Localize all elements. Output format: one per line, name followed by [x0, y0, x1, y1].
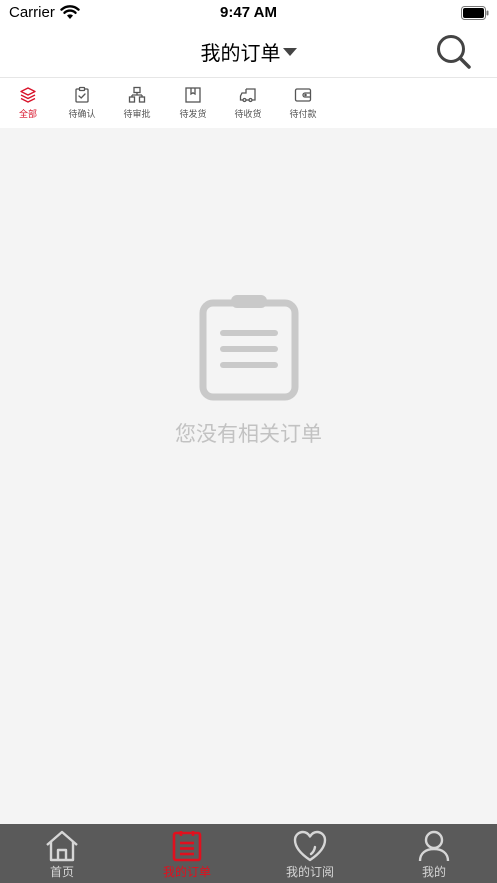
- tabbar-label: 我的订阅: [285, 865, 334, 879]
- status-bar: Carrier 9:47 AM: [0, 0, 497, 26]
- hierarchy-icon: [128, 86, 146, 103]
- tab-label: 待确认: [68, 110, 96, 120]
- tabbar-item-my-orders[interactable]: 我的订单: [132, 830, 242, 882]
- tab-pending-payment[interactable]: 待付款: [281, 86, 325, 122]
- truck-icon: [239, 88, 256, 103]
- clipboard-check-icon: [75, 86, 89, 103]
- wallet-icon: [294, 88, 312, 102]
- tab-pending-confirm[interactable]: 待确认: [60, 86, 104, 122]
- caret-down-icon: [282, 47, 297, 56]
- home-icon: [46, 830, 78, 862]
- tab-label: 待收货: [234, 110, 262, 120]
- tabbar-item-me[interactable]: 我的: [379, 830, 489, 882]
- empty-state: 您没有相关订单: [0, 128, 497, 824]
- order-filter-dropdown[interactable]: 我的订单: [0, 37, 497, 66]
- tab-pending-approval[interactable]: 待审批: [115, 86, 159, 122]
- order-status-tabs: 全部 待确认 待审批 待发货 待收货 待付款: [0, 78, 497, 128]
- tab-label: 全部: [18, 110, 37, 120]
- tab-label: 待付款: [289, 110, 317, 120]
- search-button[interactable]: [434, 32, 474, 72]
- tabbar-label: 我的: [421, 865, 446, 879]
- empty-message: 您没有相关订单: [175, 422, 322, 446]
- tab-pending-receipt[interactable]: 待收货: [226, 86, 270, 122]
- tab-label: 待审批: [123, 110, 151, 120]
- status-time: 9:47 AM: [220, 4, 277, 21]
- tabbar-label: 我的订单: [162, 865, 211, 879]
- bottom-tab-bar: 首页 我的订单 我的订阅 我的: [0, 824, 497, 883]
- tabbar-item-home[interactable]: 首页: [7, 830, 117, 882]
- tab-all[interactable]: 全部: [6, 86, 50, 122]
- search-icon: [437, 35, 471, 69]
- box-icon: [185, 87, 201, 103]
- tabbar-item-my-subscriptions[interactable]: 我的订阅: [255, 830, 365, 882]
- tab-label: 待发货: [179, 110, 207, 120]
- tabbar-label: 首页: [49, 865, 74, 879]
- battery-icon: [461, 5, 489, 24]
- nav-bar: 我的订单: [0, 26, 497, 78]
- clipboard-icon: [199, 295, 299, 405]
- tab-pending-shipment[interactable]: 待发货: [171, 86, 215, 122]
- order-list-icon: [172, 831, 202, 862]
- page-title: 我的订单: [200, 41, 281, 65]
- heart-icon: [293, 830, 327, 862]
- user-icon: [418, 830, 450, 862]
- layers-icon: [20, 87, 36, 103]
